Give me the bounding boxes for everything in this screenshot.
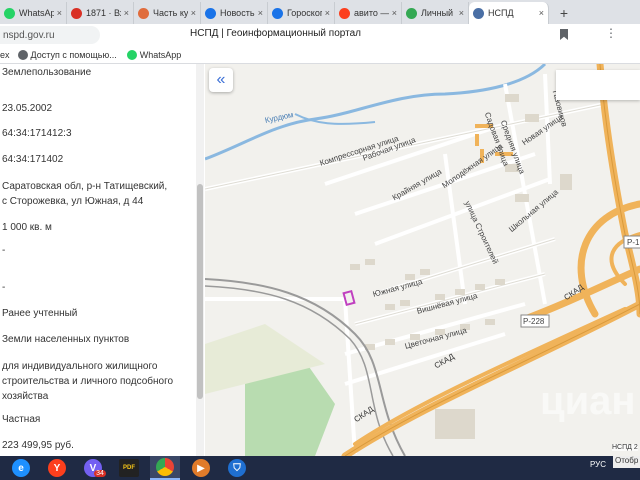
browser-tab-bar: WhatsApp×1871 · Вход×Часть курса×Новость… [0,0,640,24]
browser-tab-3[interactable]: Новость × [201,2,268,24]
browser-tab-label: Новость [220,8,255,18]
bookmark-star-icon[interactable] [560,29,568,40]
bookmarks-bar: ex Доступ с помощью... WhatsApp [0,46,640,64]
close-tab-icon[interactable]: × [258,8,263,18]
account-icon [406,7,417,19]
panel-field-value: - [2,282,6,293]
panel-field-value: 1 000 кв. м [2,222,52,233]
map-road-outlines [205,103,606,325]
panel-scrollbar-thumb[interactable] [197,184,203,399]
panel-field-value: для индивидуального жилищного [2,361,158,372]
browser-tab-1[interactable]: 1871 · Вход× [67,2,134,24]
bookmark-item-0[interactable]: Доступ с помощью... [17,49,117,60]
panel-field-value: 23.05.2002 [2,103,53,114]
ie-icon: e [12,459,30,477]
nspd-icon [473,7,484,19]
panel-field-value: строительства и личного подсобного [2,376,174,387]
panel-field-value: Частная [2,414,41,425]
browser-tab-2[interactable]: Часть курса× [134,2,201,24]
pdf-icon: PDF [119,459,139,477]
url-field[interactable]: nspd.gov.ru [0,26,100,44]
collapse-panel-button[interactable]: « [209,68,233,92]
taskbar-item-1[interactable]: Y [42,456,72,480]
taskbar-item-3[interactable]: PDF [114,456,144,480]
map-tools-panel[interactable] [556,70,640,100]
bookmark-label: Доступ с помощью... [30,49,117,60]
media-icon: ▶ [192,459,210,477]
close-tab-icon[interactable]: × [57,8,62,18]
browser-tab-label: НСПД [488,8,514,18]
close-tab-icon[interactable]: × [124,8,129,18]
taskbar-item-4[interactable] [150,456,180,480]
address-bar: nspd.gov.ru НСПД | Геоинформационный пор… [0,24,640,46]
chrome-icon [156,458,174,476]
close-tab-icon[interactable]: × [392,8,397,18]
close-tab-icon[interactable]: × [539,8,544,18]
map-street-label: Р-228 [523,317,545,326]
horoscope-icon [272,7,283,19]
panel-field-value: - [2,245,6,256]
taskbar-item-2[interactable]: V 34 [78,456,108,480]
map-selected-parcel [342,289,356,307]
browser-tab-label: WhatsApp [19,8,54,18]
bookmark-label: WhatsApp [139,49,182,60]
map-street-label: Р-1 [627,238,640,247]
browser-tab-label: авито — Я [354,8,389,18]
browser-tab-label: Личный ка [421,8,456,18]
bookmark-prefix: ex [0,49,10,60]
panel-field-value: с Сторожевка, ул Южная, д 44 [2,196,144,207]
defender-icon: ⛉ [228,459,246,477]
panel-field-value: Ранее учтенный [2,308,78,319]
keyboard-layout-indicator[interactable]: РУС [590,460,606,469]
browser-tab-label: Часть курса [153,8,188,18]
new-tab-button[interactable]: + [555,4,573,22]
taskbar-item-5[interactable]: ▶ [186,456,216,480]
mail-icon [71,7,82,19]
panel-field-value: 223 499,95 руб. [2,440,74,451]
yandex-browser-icon: Y [48,459,66,477]
cian-watermark: циан [540,379,636,423]
taskbar-item-0[interactable]: e [6,456,36,480]
map-view[interactable]: Курдюм Компрессорная улица Рабочая улица Кр… [205,64,640,456]
panel-scrollbar[interactable] [196,64,204,456]
panel-field-value: 64:34:171412:3 [2,128,72,139]
taskbar-item-6[interactable]: ⛉ [222,456,252,480]
panel-field-value: хозяйства [2,391,49,402]
globe-icon [17,49,28,60]
yandex-icon [339,7,350,19]
panel-field-value: Земли населенных пунктов [2,334,130,345]
browser-menu-icon[interactable]: ⋮ [605,27,617,39]
page-title: НСПД | Геоинформационный портал [190,28,361,39]
bookmark-item-1[interactable]: WhatsApp [126,49,182,60]
news-icon [205,7,216,19]
close-tab-icon[interactable]: × [459,8,464,18]
whatsapp-icon [4,7,15,19]
parcel-info-panel: Землепользование 23.05.2002 64:34:171412:3… [0,64,205,456]
close-tab-icon[interactable]: × [325,8,330,18]
browser-tab-0[interactable]: WhatsApp× [0,2,67,24]
close-tab-icon[interactable]: × [191,8,196,18]
whatsapp-icon [126,49,137,60]
map-attribution: НСПД 2 [612,444,638,451]
browser-tab-5[interactable]: авито — Я× [335,2,402,24]
windows-taskbar: e Y V 34 PDF ▶ ⛉ [0,456,640,480]
browser-tab-7[interactable]: НСПД × [469,2,549,24]
panel-field-value: Саратовская обл, р-н Татищевский, [2,181,168,192]
viber-unread-badge: 34 [94,469,106,477]
panel-field-value: 64:34:171402 [2,154,64,165]
browser-tab-label: 1871 · Вход [86,8,121,18]
show-all-downloads-label[interactable]: Отобр [613,456,640,468]
system-tray[interactable]: РУС [590,460,606,469]
browser-tab-6[interactable]: Личный ка× [402,2,469,24]
browser-tab-4[interactable]: Гороскоп × [268,2,335,24]
browser-tab-label: Гороскоп [287,8,322,18]
course-icon [138,7,149,19]
panel-field-value: Землепользование [2,67,92,78]
